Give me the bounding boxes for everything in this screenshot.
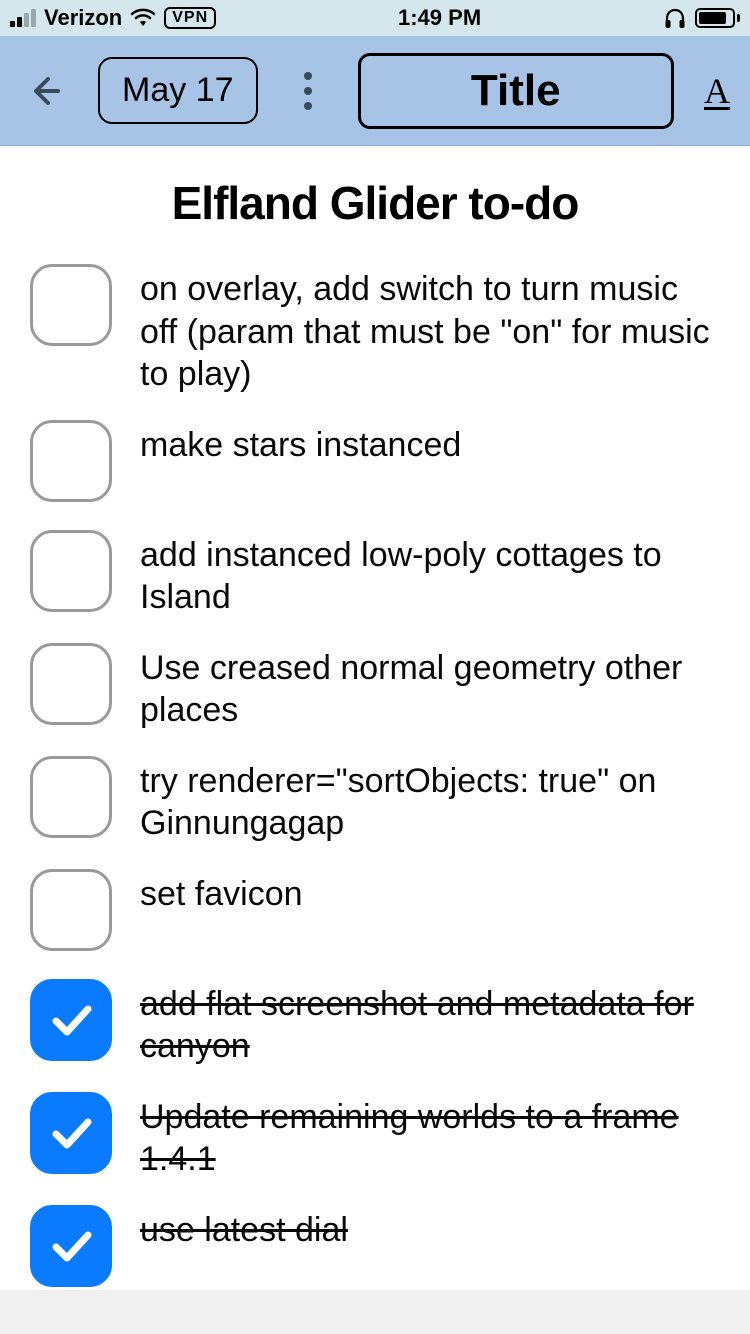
back-button[interactable]: [20, 67, 68, 115]
todo-item: make stars instanced: [30, 420, 720, 506]
text-format-button[interactable]: A: [704, 70, 730, 112]
status-time: 1:49 PM: [398, 5, 481, 31]
todo-text[interactable]: on overlay, add switch to turn music off…: [140, 264, 720, 396]
todo-item: use latest dial: [30, 1205, 720, 1291]
todo-text[interactable]: use latest dial: [140, 1205, 348, 1252]
todo-list: on overlay, add switch to turn music off…: [30, 264, 720, 1291]
cellular-signal-icon: [10, 9, 36, 27]
todo-checkbox[interactable]: [30, 1205, 112, 1287]
status-bar: Verizon VPN 1:49 PM: [0, 0, 750, 36]
todo-text[interactable]: add instanced low-poly cottages to Islan…: [140, 530, 720, 619]
todo-checkbox[interactable]: [30, 979, 112, 1061]
todo-checkbox[interactable]: [30, 264, 112, 346]
vpn-badge: VPN: [164, 7, 216, 29]
todo-text[interactable]: set favicon: [140, 869, 303, 916]
todo-item: try renderer="sortObjects: true" on Ginn…: [30, 756, 720, 845]
checkmark-icon: [46, 1221, 96, 1271]
todo-item: add instanced low-poly cottages to Islan…: [30, 530, 720, 619]
page-title: Elfland Glider to-do: [30, 176, 720, 230]
todo-text[interactable]: Use creased normal geometry other places: [140, 643, 720, 732]
checkmark-icon: [46, 995, 96, 1045]
todo-text[interactable]: Update remaining worlds to a frame 1.4.1: [140, 1092, 720, 1181]
note-content: Elfland Glider to-do on overlay, add swi…: [0, 146, 750, 1291]
back-arrow-icon: [26, 73, 62, 109]
todo-checkbox[interactable]: [30, 756, 112, 838]
title-style-button[interactable]: Title: [358, 53, 675, 129]
todo-item: Use creased normal geometry other places: [30, 643, 720, 732]
wifi-icon: [130, 8, 156, 28]
status-right: [663, 7, 740, 29]
carrier-label: Verizon: [44, 5, 122, 31]
battery-icon: [695, 8, 740, 28]
todo-checkbox[interactable]: [30, 420, 112, 502]
todo-checkbox[interactable]: [30, 530, 112, 612]
todo-text[interactable]: make stars instanced: [140, 420, 461, 467]
todo-item: set favicon: [30, 869, 720, 955]
todo-checkbox[interactable]: [30, 869, 112, 951]
todo-item: on overlay, add switch to turn music off…: [30, 264, 720, 396]
more-menu-button[interactable]: [288, 72, 328, 110]
todo-text[interactable]: try renderer="sortObjects: true" on Ginn…: [140, 756, 720, 845]
app-toolbar: May 17 Title A: [0, 36, 750, 146]
status-left: Verizon VPN: [10, 5, 216, 31]
headphones-icon: [663, 7, 687, 29]
todo-checkbox[interactable]: [30, 1092, 112, 1174]
todo-checkbox[interactable]: [30, 643, 112, 725]
todo-item: Update remaining worlds to a frame 1.4.1: [30, 1092, 720, 1181]
todo-item: add flat screenshot and metadata for can…: [30, 979, 720, 1068]
checkmark-icon: [46, 1108, 96, 1158]
date-picker-button[interactable]: May 17: [98, 57, 258, 124]
bottom-toolbar: [0, 1290, 750, 1334]
todo-text[interactable]: add flat screenshot and metadata for can…: [140, 979, 720, 1068]
